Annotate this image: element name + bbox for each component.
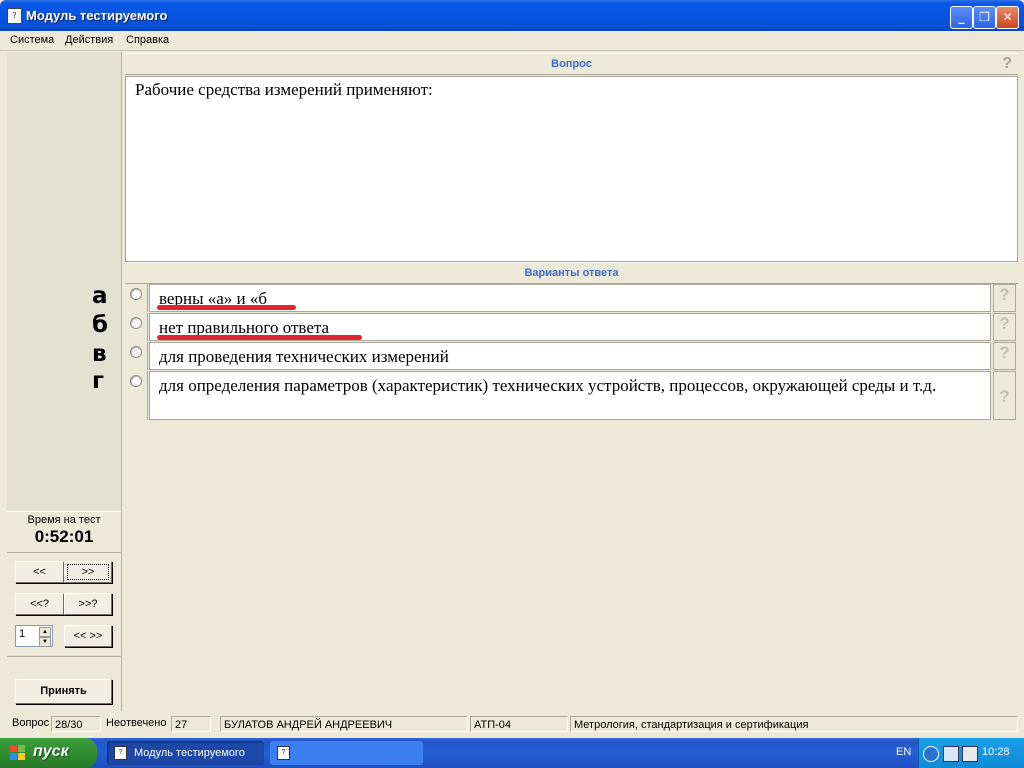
- answer-radio-cell[interactable]: [125, 371, 148, 420]
- answer-text-cell[interactable]: для определения параметров (характеристи…: [149, 371, 991, 420]
- stepper-down-icon[interactable]: ▼: [39, 637, 51, 647]
- stepper-up-icon[interactable]: ▲: [39, 627, 51, 637]
- answer-radio-cell[interactable]: [125, 313, 148, 341]
- timer-label: Время на тест: [27, 514, 101, 526]
- answer-radio-cell[interactable]: [125, 284, 148, 312]
- app-icon: ?: [7, 8, 22, 24]
- taskbar-item-label: Модуль тестируемого: [134, 747, 245, 759]
- annotation-underline-a: [157, 305, 296, 310]
- prev-unanswered-button[interactable]: <<?: [15, 593, 64, 615]
- radio-button[interactable]: [130, 317, 142, 329]
- answers-header-label: Варианты ответа: [524, 267, 619, 279]
- accept-button[interactable]: Принять: [15, 679, 112, 704]
- stepper-arrows[interactable]: ▲ ▼: [39, 627, 51, 647]
- status-subject: Метрология, стандартизация и сертификаци…: [570, 716, 1018, 732]
- start-label: пуск: [33, 743, 69, 760]
- status-question-label: Вопрос: [12, 717, 50, 729]
- system-tray: 10:28: [918, 738, 1024, 768]
- status-student-name: БУЛАТОВ АНДРЕЙ АНДРЕЕВИЧ: [220, 716, 468, 732]
- next-unanswered-button[interactable]: >>?: [64, 593, 112, 615]
- show-hidden-icons-icon[interactable]: [923, 746, 939, 762]
- answer-text: для проведения технических измерений: [159, 347, 449, 366]
- start-button[interactable]: пуск: [0, 738, 97, 768]
- window-title: Модуль тестируемого: [26, 8, 168, 23]
- menu-bar: Система Действия Справка: [0, 31, 1024, 51]
- next-question-button[interactable]: >>: [64, 561, 112, 583]
- answer-text: для определения параметров (характеристи…: [159, 376, 937, 395]
- timer-panel: Время на тест 0:52:01: [7, 511, 121, 552]
- taskbar-item-test-module[interactable]: ? Модуль тестируемого: [107, 741, 264, 765]
- answer-help-icon[interactable]: ?: [993, 342, 1016, 370]
- answer-help-icon[interactable]: ?: [993, 284, 1016, 312]
- minimize-button[interactable]: _: [950, 6, 973, 29]
- answer-letter-b: б: [92, 312, 109, 338]
- question-box: Рабочие средства измерений применяют:: [125, 76, 1018, 262]
- question-help-icon[interactable]: ?: [1002, 55, 1012, 73]
- menu-system[interactable]: Система: [10, 34, 54, 46]
- windows-logo-icon: [10, 745, 27, 761]
- answer-help-icon[interactable]: ?: [993, 371, 1016, 420]
- question-number-stepper[interactable]: 1 ▲ ▼: [15, 625, 53, 647]
- app-icon: ?: [277, 746, 290, 760]
- taskbar: пуск ? Модуль тестируемого ? EN 10:28: [0, 738, 1024, 768]
- status-group: АТП-04: [470, 716, 568, 732]
- answer-option-d[interactable]: для определения параметров (характеристи…: [125, 371, 1018, 420]
- radio-button[interactable]: [130, 375, 142, 387]
- answer-letter-a: а: [92, 283, 108, 309]
- safely-remove-hardware-icon[interactable]: [962, 746, 978, 762]
- answers-area: верны «а» и «б ? нет правильного ответа …: [125, 284, 1018, 710]
- answer-radio-cell[interactable]: [125, 342, 148, 370]
- answer-letter-c: в: [92, 341, 107, 367]
- question-header-label: Вопрос: [551, 58, 592, 70]
- answer-help-icon[interactable]: ?: [993, 313, 1016, 341]
- annotation-underline-b: [157, 335, 362, 340]
- radio-button[interactable]: [130, 288, 142, 300]
- status-bar: Вопрос 28/30 Неотвечено 27 БУЛАТОВ АНДРЕ…: [0, 715, 1024, 734]
- clock[interactable]: 10:28: [982, 746, 1010, 758]
- question-header: Вопрос ?: [125, 53, 1018, 75]
- menu-help[interactable]: Справка: [126, 34, 169, 46]
- goto-question-button[interactable]: << >>: [64, 625, 112, 647]
- answer-text-cell[interactable]: для проведения технических измерений: [149, 342, 991, 370]
- radio-button[interactable]: [130, 346, 142, 358]
- network-icon[interactable]: [943, 746, 959, 762]
- language-indicator[interactable]: EN: [896, 746, 911, 758]
- title-bar[interactable]: ? Модуль тестируемого _ ❐ ✕: [0, 0, 1024, 31]
- status-unanswered-value: 27: [171, 716, 211, 732]
- prev-question-button[interactable]: <<: [15, 561, 64, 583]
- status-question-value: 28/30: [51, 716, 101, 732]
- status-unanswered-label: Неотвечено: [106, 717, 167, 729]
- taskbar-item-window[interactable]: ?: [270, 741, 423, 765]
- close-button[interactable]: ✕: [996, 6, 1019, 29]
- maximize-button[interactable]: ❐: [973, 6, 996, 29]
- question-number-value: 1: [19, 628, 26, 640]
- question-text: Рабочие средства измерений применяют:: [135, 80, 433, 99]
- answer-letter-d: г: [92, 368, 105, 394]
- answer-option-c[interactable]: для проведения технических измерений ?: [125, 342, 1018, 370]
- app-icon: ?: [114, 746, 127, 760]
- timer-value: 0:52:01: [34, 527, 94, 546]
- menu-actions[interactable]: Действия: [65, 34, 113, 46]
- answers-header: Варианты ответа: [125, 262, 1018, 284]
